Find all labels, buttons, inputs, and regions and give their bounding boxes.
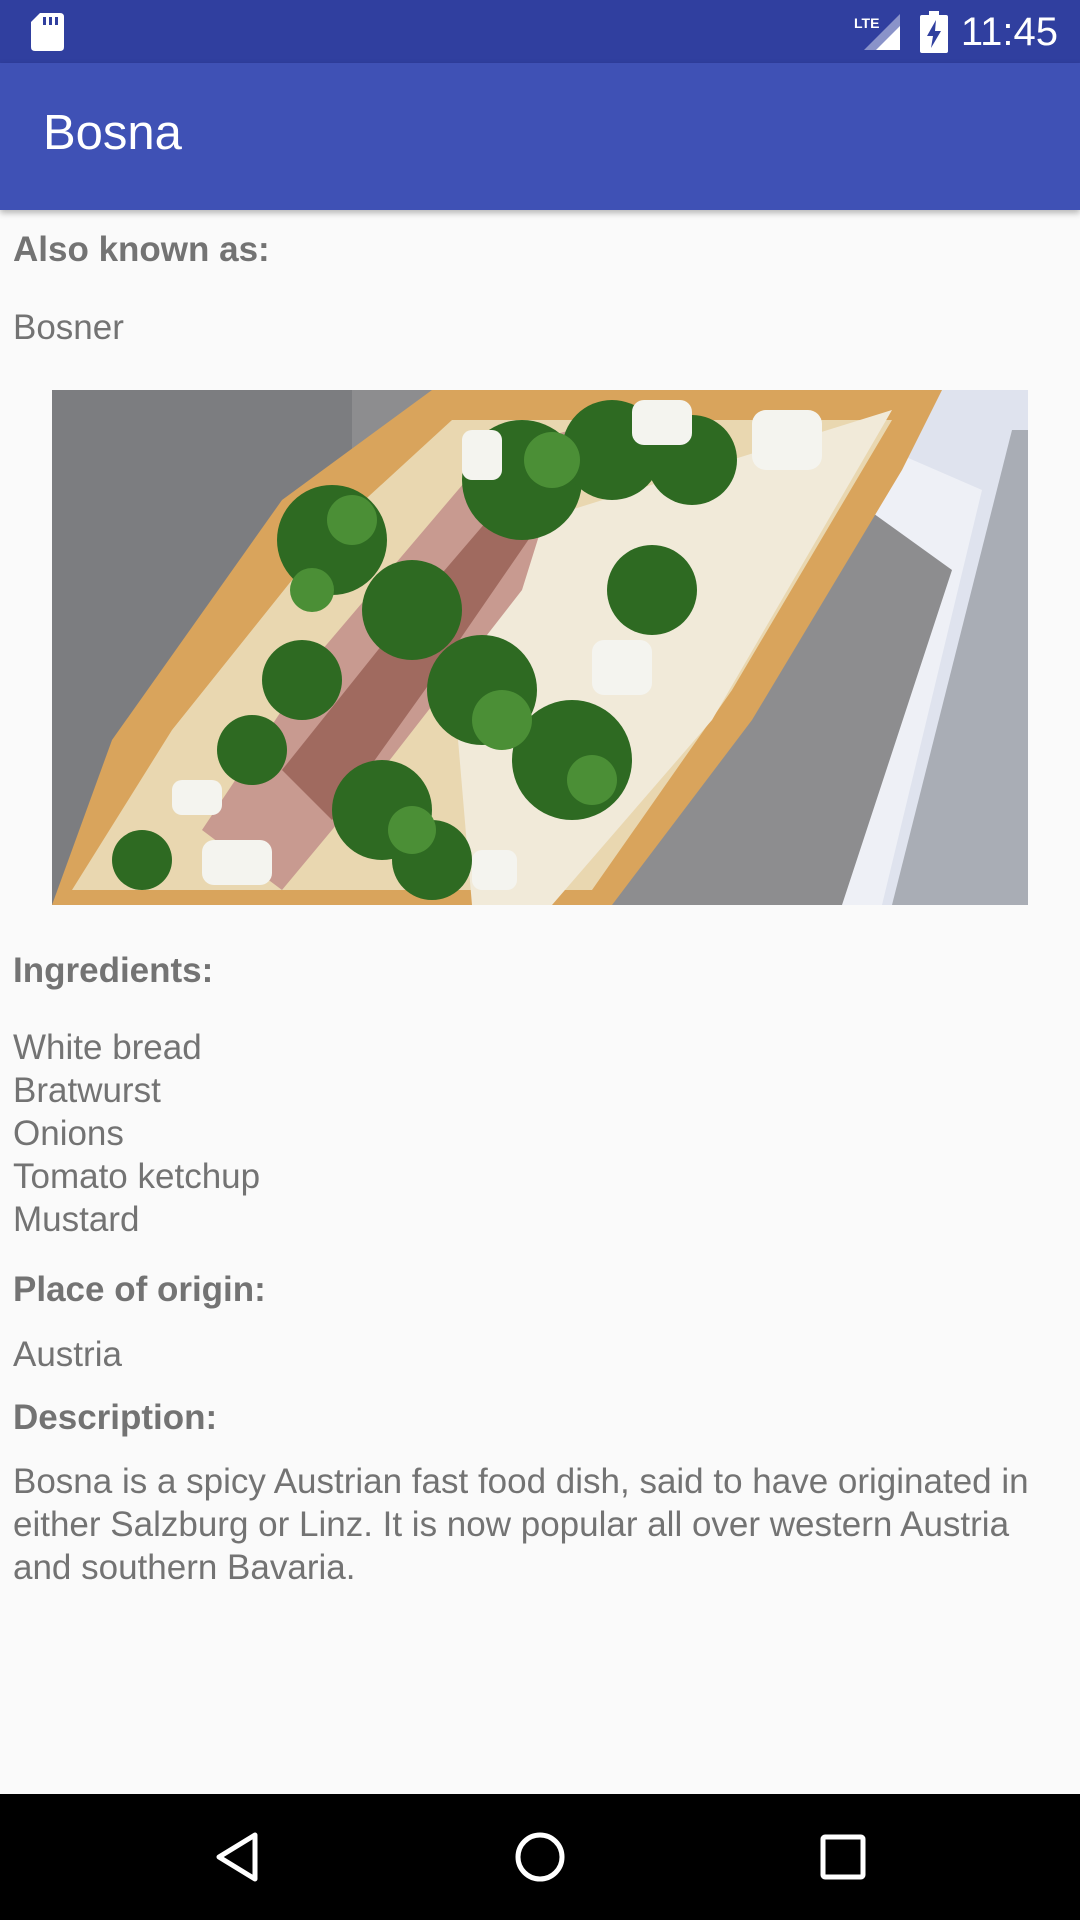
ingredients-list: White bread Bratwurst Onions Tomato ketc… <box>13 1026 260 1241</box>
ingredient-item: Bratwurst <box>13 1071 161 1110</box>
ingredient-item: White bread <box>13 1028 202 1067</box>
bosna-sandwich-image <box>52 390 1028 905</box>
origin-label: Place of origin: <box>13 1270 266 1309</box>
lte-signal-icon: LTE <box>854 14 900 50</box>
sd-card-icon <box>31 13 64 51</box>
ingredients-label: Ingredients: <box>13 951 214 990</box>
description-text: Bosna is a spicy Austrian fast food dish… <box>13 1462 1029 1587</box>
origin-value: Austria <box>13 1335 122 1374</box>
back-icon <box>216 1832 258 1882</box>
home-icon <box>515 1832 565 1882</box>
screen: LTE 11:45 Bosna Also known as: Bosner In… <box>0 0 1080 1920</box>
recents-icon <box>820 1834 866 1880</box>
detail-content[interactable]: Also known as: Bosner Ingredients: White… <box>0 210 1080 1794</box>
aka-label: Also known as: <box>13 230 270 269</box>
lte-label: LTE <box>854 15 879 31</box>
ingredient-item: Mustard <box>13 1200 140 1239</box>
home-button[interactable] <box>505 1822 575 1892</box>
bosna-photo <box>52 390 1028 905</box>
app-bar: Bosna <box>0 63 1080 210</box>
ingredient-item: Onions <box>13 1114 124 1153</box>
status-clock: 11:45 <box>960 10 1058 54</box>
battery-charging-icon <box>920 11 948 53</box>
description-label: Description: <box>13 1398 218 1437</box>
page-title: Bosna <box>43 106 182 160</box>
status-bar: LTE 11:45 <box>0 0 1080 63</box>
aka-value: Bosner <box>13 308 124 347</box>
recents-button[interactable] <box>808 1822 878 1892</box>
navigation-bar <box>0 1794 1080 1920</box>
ingredient-item: Tomato ketchup <box>13 1157 261 1196</box>
back-button[interactable] <box>202 1822 272 1892</box>
